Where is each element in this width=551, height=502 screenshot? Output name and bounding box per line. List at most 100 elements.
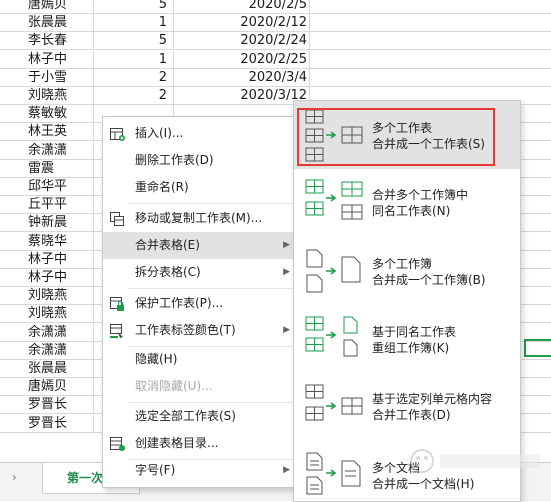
sheet-context-menu: 插入(I)... 删除工作表(D) 重命名(R) 移动或复制工作表(M)... …: [102, 116, 298, 488]
cell-number[interactable]: 2: [94, 87, 174, 105]
cell-number[interactable]: 1: [94, 14, 174, 33]
menu-item-font-size[interactable]: 字号(F) ▶: [103, 457, 297, 484]
cell-name[interactable]: 刘晓燕: [0, 287, 94, 306]
move-copy-icon: [110, 212, 124, 226]
selected-cell[interactable]: [524, 339, 551, 357]
menu-item-unhide: 取消隐藏(U)...: [103, 373, 297, 400]
submenu-item-line1: 基于选定列单元格内容: [372, 392, 493, 406]
submenu-item-line2: 同名工作表(N): [372, 204, 451, 218]
cell-name[interactable]: 余潇潇: [0, 323, 94, 342]
cell-name[interactable]: 李长春: [0, 32, 94, 51]
menu-item-delete-sheet[interactable]: 删除工作表(D): [103, 147, 297, 174]
submenu-item-merge-workbooks[interactable]: 多个工作簿 合并成一个工作簿(B): [294, 237, 520, 305]
cell-name[interactable]: 钟新晨: [0, 214, 94, 233]
cell-name[interactable]: 蔡敏敏: [0, 105, 94, 124]
insert-sheet-icon: [110, 128, 125, 141]
menu-item-merge-tables[interactable]: 合并表格(E) ▶: [103, 232, 297, 259]
menu-item-label: 插入(I)...: [135, 126, 184, 140]
cell-name[interactable]: 邱华平: [0, 178, 94, 196]
menu-item-label: 隐藏(H): [135, 352, 178, 366]
submenu-arrow-icon: ▶: [283, 240, 290, 250]
menu-item-rename[interactable]: 重命名(R): [103, 174, 297, 201]
cell-date[interactable]: 2020/3/12: [174, 87, 310, 105]
cell-name[interactable]: 张晨晨: [0, 14, 94, 33]
cell-number[interactable]: 2: [94, 68, 174, 87]
menu-item-insert[interactable]: 插入(I)...: [103, 120, 297, 147]
cell-name[interactable]: 余潇潇: [0, 341, 94, 360]
cell-name[interactable]: 林子中: [0, 269, 94, 287]
cell-name[interactable]: 刘晓燕: [0, 87, 94, 105]
menu-item-label: 删除工作表(D): [135, 153, 214, 167]
menu-item-create-toc[interactable]: 创建表格目录...: [103, 430, 297, 457]
submenu-item-merge-by-column[interactable]: 基于选定列单元格内容 合并工作表(D): [294, 373, 520, 441]
watermark-logo-icon: [410, 449, 540, 473]
tab-scroll-icon[interactable]: ›: [12, 470, 17, 484]
cell-number[interactable]: 5: [94, 32, 174, 51]
submenu-arrow-icon: ▶: [283, 325, 290, 335]
submenu-arrow-icon: ▶: [283, 465, 290, 475]
menu-item-protect-sheet[interactable]: 保护工作表(P)...: [103, 290, 297, 317]
menu-item-label: 工作表标签颜色(T): [135, 323, 236, 337]
merge-by-column-icon: [305, 384, 363, 421]
cell-name[interactable]: 林子中: [0, 250, 94, 269]
cell-date[interactable]: 2020/2/25: [174, 50, 310, 69]
cell-name[interactable]: 林子中: [0, 50, 94, 69]
merge-same-name-icon: [305, 179, 363, 220]
menu-item-label: 重命名(R): [135, 180, 189, 194]
submenu-item-line2: 合并工作表(D): [372, 408, 451, 422]
menu-item-label: 合并表格(E): [135, 238, 200, 252]
submenu-item-regroup-workbook[interactable]: 基于同名工作表 重组工作簿(K): [294, 305, 520, 373]
cell-name[interactable]: 唐嫣贝: [0, 378, 94, 397]
submenu-item-merge-same-name[interactable]: 合并多个工作簿中 同名工作表(N): [294, 169, 520, 237]
menu-item-move-copy[interactable]: 移动或复制工作表(M)...: [103, 205, 297, 232]
menu-item-split-table[interactable]: 拆分表格(C) ▶: [103, 259, 297, 286]
submenu-item-line2: 合并成一个文档(H): [372, 477, 475, 491]
menu-divider: [129, 288, 295, 289]
menu-item-label: 选定全部工作表(S): [135, 409, 236, 423]
protect-sheet-icon: [110, 297, 124, 311]
cell-date[interactable]: 2020/3/4: [174, 68, 310, 87]
cell-name[interactable]: 唐嫣贝: [0, 0, 94, 14]
create-toc-icon: [110, 437, 125, 451]
cell-name[interactable]: 蔡晓华: [0, 232, 94, 251]
menu-item-label: 取消隐藏(U)...: [135, 379, 213, 393]
cell-empty[interactable]: [310, 14, 551, 33]
menu-divider: [129, 203, 295, 204]
merge-workbooks-icon: [306, 249, 361, 293]
menu-item-hide[interactable]: 隐藏(H): [103, 346, 297, 373]
tab-color-icon: [110, 324, 123, 338]
cell-empty[interactable]: [310, 0, 551, 14]
cell-name[interactable]: 刘晓燕: [0, 305, 94, 324]
cell-date[interactable]: 2020/2/5: [174, 0, 310, 14]
cell-name[interactable]: 余潇潇: [0, 141, 94, 160]
cell-number[interactable]: 1: [94, 50, 174, 69]
submenu-item-line2: 合并成一个工作簿(B): [372, 273, 486, 287]
submenu-item-line2: 重组工作簿(K): [372, 341, 450, 355]
submenu-item-line1: 多个工作簿: [372, 257, 433, 271]
cell-empty[interactable]: [310, 69, 551, 87]
cell-empty[interactable]: [310, 51, 551, 69]
cell-empty[interactable]: [310, 32, 551, 51]
cell-number[interactable]: 5: [94, 0, 174, 14]
cell-name[interactable]: 丘平平: [0, 196, 94, 215]
cell-name[interactable]: 张晨晨: [0, 360, 94, 378]
cell-date[interactable]: 2020/2/12: [174, 14, 310, 33]
menu-item-select-all-sheets[interactable]: 选定全部工作表(S): [103, 403, 297, 430]
cell-name[interactable]: 于小雪: [0, 68, 94, 87]
cell-name[interactable]: 罗晋长: [0, 396, 94, 415]
cell-name[interactable]: 罗晋长: [0, 414, 94, 433]
submenu-arrow-icon: ▶: [283, 267, 290, 277]
highlight-box: [297, 108, 495, 166]
menu-item-label: 创建表格目录...: [135, 436, 219, 450]
cell-date[interactable]: 2020/2/24: [174, 32, 310, 51]
merge-documents-icon: [306, 452, 361, 495]
cell-name[interactable]: 雷震: [0, 159, 94, 178]
menu-item-label: 字号(F): [135, 463, 176, 477]
submenu-item-line1: 基于同名工作表: [372, 325, 457, 339]
submenu-item-line1: 合并多个工作簿中: [372, 188, 469, 202]
menu-item-label: 移动或复制工作表(M)...: [135, 211, 263, 225]
regroup-workbook-icon: [305, 316, 358, 357]
cell-name[interactable]: 林王英: [0, 123, 94, 142]
menu-item-label: 保护工作表(P)...: [135, 296, 224, 310]
menu-item-tab-color[interactable]: 工作表标签颜色(T) ▶: [103, 317, 297, 344]
